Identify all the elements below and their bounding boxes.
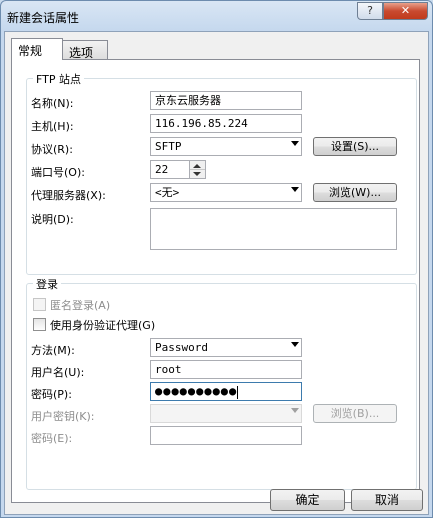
proxy-browse-button[interactable]: 浏览(W)...: [313, 183, 397, 202]
tab-panel-general: FTP 站点 名称(N): 京东云服务器 主机(H): 116.196.85.2…: [11, 59, 420, 503]
login-group-title: 登录: [33, 276, 61, 292]
tab-options-label: 选项: [69, 46, 94, 60]
name-input[interactable]: 京东云服务器: [150, 91, 302, 110]
user-key-select[interactable]: [150, 404, 302, 423]
cancel-button[interactable]: 取消: [351, 489, 423, 511]
text-caret: [237, 385, 239, 399]
ok-button[interactable]: 确定: [270, 489, 345, 511]
protocol-label: 协议(R):: [31, 143, 73, 156]
description-label: 说明(D):: [31, 213, 74, 226]
description-textarea[interactable]: [150, 208, 397, 250]
user-key-browse-button-label: 浏览(B)...: [330, 407, 380, 420]
port-stepper[interactable]: [190, 160, 206, 179]
cancel-button-label: 取消: [374, 493, 399, 507]
spin-down-icon[interactable]: [193, 172, 201, 176]
password-value: ●●●●●●●●●●: [155, 384, 238, 398]
password-label: 密码(P):: [31, 388, 72, 401]
proxy-value: <无>: [155, 186, 180, 199]
help-icon: ?: [367, 4, 373, 17]
proxy-browse-button-label: 浏览(W)...: [329, 186, 381, 199]
auth-agent-label: 使用身份验证代理(G): [50, 319, 156, 332]
anonymous-label: 匿名登录(A): [50, 299, 111, 312]
tab-general[interactable]: 常规: [11, 38, 63, 60]
host-label: 主机(H):: [31, 120, 74, 133]
tab-general-label: 常规: [18, 44, 43, 58]
chevron-down-icon: [291, 408, 299, 413]
port-input[interactable]: 22: [150, 160, 190, 179]
username-label: 用户名(U):: [31, 366, 85, 379]
dialog-window: 新建会话属性 ? ✕ 常规 选项 FTP 站点 名称(N): 京东云服务器 主机…: [0, 0, 433, 518]
port-label: 端口号(O):: [31, 166, 85, 179]
ftp-site-group-title: FTP 站点: [33, 71, 84, 87]
passphrase-input[interactable]: [150, 426, 302, 445]
tab-options[interactable]: 选项: [62, 40, 108, 60]
host-input[interactable]: 116.196.85.224: [150, 114, 302, 133]
user-key-label: 用户密钥(K):: [31, 410, 95, 423]
auth-agent-checkbox[interactable]: [33, 318, 46, 331]
dialog-body: 常规 选项 FTP 站点 名称(N): 京东云服务器 主机(H): 116.19…: [4, 31, 429, 515]
method-value: Password: [155, 341, 208, 354]
ok-button-label: 确定: [295, 493, 320, 507]
protocol-value: SFTP: [155, 140, 182, 153]
passphrase-label: 密码(E):: [31, 432, 73, 445]
chevron-down-icon: [291, 342, 299, 347]
help-button[interactable]: ?: [357, 2, 383, 20]
method-label: 方法(M):: [31, 344, 75, 357]
window-title: 新建会话属性: [7, 11, 80, 25]
settings-button[interactable]: 设置(S)...: [313, 137, 397, 156]
chevron-down-icon: [291, 187, 299, 192]
proxy-label: 代理服务器(X):: [31, 189, 106, 202]
close-icon: ✕: [400, 4, 411, 17]
anonymous-checkbox[interactable]: [33, 298, 46, 311]
proxy-select[interactable]: <无>: [150, 183, 302, 202]
settings-button-label: 设置(S)...: [330, 140, 380, 153]
method-select[interactable]: Password: [150, 338, 302, 357]
title-bar[interactable]: 新建会话属性 ? ✕: [1, 1, 432, 31]
protocol-select[interactable]: SFTP: [150, 137, 302, 156]
password-input[interactable]: ●●●●●●●●●●: [150, 382, 302, 401]
user-key-browse-button[interactable]: 浏览(B)...: [313, 404, 397, 423]
spin-up-icon[interactable]: [193, 164, 201, 168]
close-button[interactable]: ✕: [383, 2, 428, 20]
username-input[interactable]: root: [150, 360, 302, 379]
name-label: 名称(N):: [31, 97, 74, 110]
chevron-down-icon: [291, 141, 299, 146]
